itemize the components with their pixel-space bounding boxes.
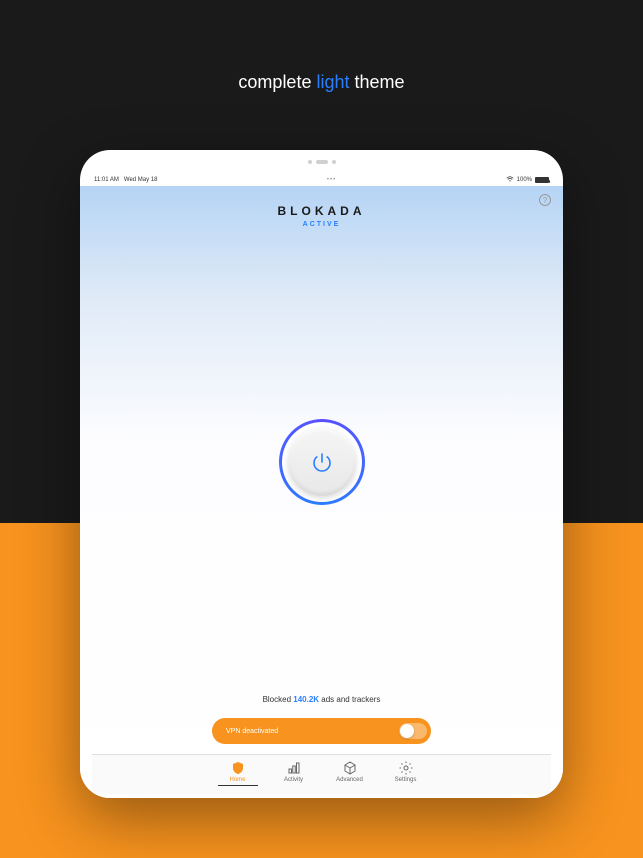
battery-percent: 100%: [517, 177, 532, 183]
status-date: Wed May 18: [124, 177, 158, 183]
tab-home-label: Home: [229, 777, 245, 783]
status-right: 100%: [506, 176, 549, 184]
chart-icon: [287, 761, 301, 775]
blocked-count: 140.2K: [293, 695, 319, 704]
vpn-bar[interactable]: VPN deactivated: [212, 718, 431, 744]
cube-icon: [343, 761, 357, 775]
blocked-prefix: Blocked: [263, 695, 294, 704]
heading-pre: complete: [238, 72, 311, 92]
tab-activity[interactable]: Activity: [274, 761, 314, 784]
bottom-section: Blocked 140.2K ads and trackers VPN deac…: [80, 695, 563, 798]
status-time: 11:01 AM: [94, 177, 119, 183]
tablet-bezel: [80, 150, 563, 174]
vpn-toggle[interactable]: [399, 723, 427, 739]
heading-accent: light: [316, 72, 349, 92]
gear-icon: [399, 761, 413, 775]
power-ring: [279, 419, 365, 505]
sensor-dot: [332, 160, 336, 164]
tab-advanced[interactable]: Advanced: [330, 761, 370, 784]
help-icon[interactable]: ?: [539, 194, 551, 206]
tab-settings-label: Settings: [395, 777, 417, 783]
tablet-frame: 11:01 AM Wed May 18 ••• 100% ? BLOKADA A…: [80, 150, 563, 798]
tab-settings[interactable]: Settings: [386, 761, 426, 784]
heading-post: theme: [355, 72, 405, 92]
tab-bar: Home Activity Advanced: [92, 754, 551, 794]
promo-heading: complete light theme: [0, 72, 643, 93]
power-button[interactable]: [288, 428, 356, 496]
tab-advanced-label: Advanced: [336, 777, 363, 783]
app-content: ? BLOKADA ACTIVE Blocked 140.2K ads: [80, 186, 563, 798]
power-ring-gap: [282, 422, 362, 502]
tab-home[interactable]: Home: [218, 761, 258, 786]
wifi-icon: [506, 176, 514, 184]
status-bar: 11:01 AM Wed May 18 ••• 100%: [80, 174, 563, 186]
power-area: [80, 228, 563, 695]
power-icon: [310, 450, 334, 474]
blocked-stats: Blocked 140.2K ads and trackers: [92, 695, 551, 704]
vpn-label: VPN deactivated: [226, 728, 399, 735]
status-left: 11:01 AM Wed May 18: [94, 177, 157, 183]
brand-header: BLOKADA ACTIVE: [80, 204, 563, 228]
blocked-suffix: ads and trackers: [319, 695, 380, 704]
speaker-pill: [316, 160, 328, 164]
battery-icon: [535, 177, 549, 183]
shield-icon: [231, 761, 245, 775]
brand-status: ACTIVE: [80, 221, 563, 228]
brand-name: BLOKADA: [80, 204, 563, 218]
multitask-dots: •••: [157, 177, 505, 183]
tab-activity-label: Activity: [284, 777, 303, 783]
camera-dot: [308, 160, 312, 164]
